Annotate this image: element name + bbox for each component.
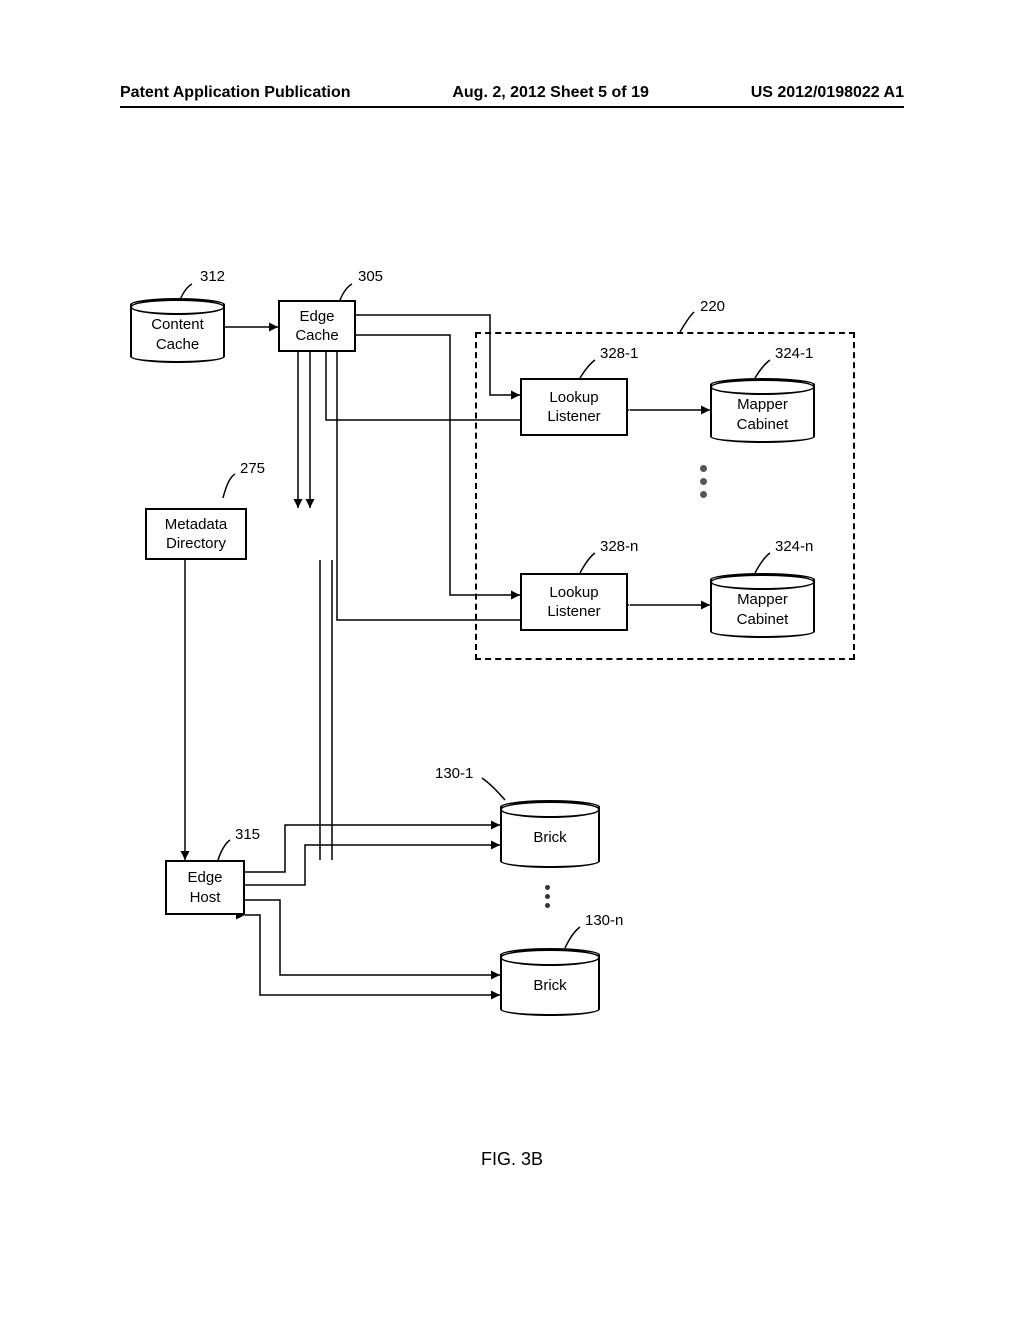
content-cache-label: Content Cache (151, 315, 204, 354)
mapper-cabinet-n: Mapper Cabinet (710, 573, 815, 638)
lookup-1-label: Lookup Listener (547, 388, 600, 427)
ref-312: 312 (200, 268, 225, 285)
lookup-listener-1: Lookup Listener (520, 378, 628, 436)
mapper-cabinet-1: Mapper Cabinet (710, 378, 815, 443)
edge-cache-label: Edge Cache (295, 307, 338, 346)
edge-host-box: Edge Host (165, 860, 245, 915)
brick-1: Brick (500, 800, 600, 868)
vertical-ellipsis-icon (700, 465, 707, 498)
header-divider (120, 106, 904, 108)
content-cache-cylinder: Content Cache (130, 298, 225, 363)
ref-130-1: 130-1 (435, 765, 473, 782)
ref-305: 305 (358, 268, 383, 285)
header-center: Aug. 2, 2012 Sheet 5 of 19 (452, 84, 649, 102)
mapper-1-label: Mapper Cabinet (737, 395, 789, 434)
ref-220: 220 (700, 298, 725, 315)
brick-1-label: Brick (533, 828, 566, 848)
ref-315: 315 (235, 826, 260, 843)
ref-328-n: 328-n (600, 538, 638, 555)
ref-324-n: 324-n (775, 538, 813, 555)
mapper-n-label: Mapper Cabinet (737, 590, 789, 629)
ref-275: 275 (240, 460, 265, 477)
ref-324-1: 324-1 (775, 345, 813, 362)
lookup-listener-n: Lookup Listener (520, 573, 628, 631)
edge-host-label: Edge Host (187, 868, 222, 907)
brick-n: Brick (500, 948, 600, 1016)
figure-caption: FIG. 3B (0, 1149, 1024, 1170)
edge-cache-box: Edge Cache (278, 300, 356, 352)
ref-130-n: 130-n (585, 912, 623, 929)
header-right: US 2012/0198022 A1 (751, 84, 904, 102)
brick-n-label: Brick (533, 976, 566, 996)
metadata-directory-box: Metadata Directory (145, 508, 247, 560)
metadata-dir-label: Metadata Directory (165, 515, 228, 554)
diagram: Content Cache 312 Edge Cache 305 Metadat… (130, 260, 880, 1110)
vertical-ellipsis-bricks-icon (545, 885, 550, 908)
ref-328-1: 328-1 (600, 345, 638, 362)
header-left: Patent Application Publication (120, 84, 351, 102)
lookup-n-label: Lookup Listener (547, 583, 600, 622)
